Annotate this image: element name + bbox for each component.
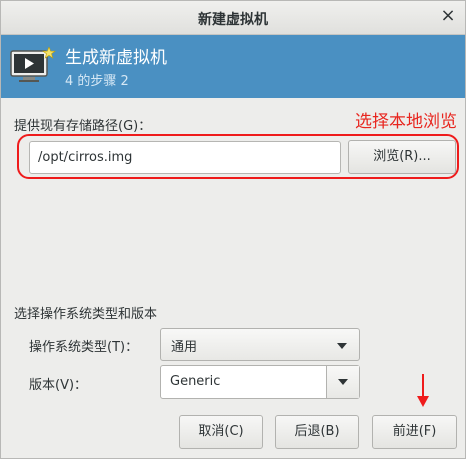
red-arrow-annotation-icon bbox=[417, 374, 429, 407]
storage-path-input[interactable] bbox=[29, 141, 341, 174]
browse-annotation: 选择本地浏览 bbox=[355, 112, 457, 132]
browse-button[interactable]: 浏览(R)... bbox=[348, 140, 456, 174]
back-button[interactable]: 后退(B) bbox=[275, 415, 359, 449]
os-type-label: 操作系统类型(T)： bbox=[29, 340, 139, 355]
title-bar[interactable]: 新建虚拟机 × bbox=[1, 1, 465, 35]
chevron-down-icon bbox=[338, 379, 348, 385]
cancel-button[interactable]: 取消(C) bbox=[179, 415, 263, 449]
storage-path-label: 提供现有存储路径(G)： bbox=[14, 119, 152, 134]
close-icon[interactable]: × bbox=[439, 7, 457, 25]
chevron-down-icon bbox=[337, 343, 347, 349]
os-type-value: 通用 bbox=[171, 340, 198, 355]
window-title: 新建虚拟机 bbox=[198, 12, 268, 28]
version-value: Generic bbox=[170, 374, 221, 389]
version-dropdown-button[interactable] bbox=[326, 366, 359, 398]
version-combo-entry[interactable]: Generic bbox=[160, 365, 360, 399]
wizard-step-indicator: 4 的步骤 2 bbox=[65, 74, 129, 89]
monitor-play-icon bbox=[10, 47, 56, 82]
wizard-title: 生成新虚拟机 bbox=[65, 48, 167, 68]
forward-button[interactable]: 前进(F) bbox=[372, 415, 457, 449]
new-vm-dialog: 新建虚拟机 × 生成新虚拟机 4 的步骤 2 提供现有存储路径(G)： 选择本地… bbox=[0, 0, 466, 459]
version-label: 版本(V)： bbox=[29, 378, 88, 393]
os-type-dropdown[interactable]: 通用 bbox=[160, 328, 360, 361]
os-section-label: 选择操作系统类型和版本 bbox=[14, 307, 158, 322]
wizard-header: 生成新虚拟机 4 的步骤 2 bbox=[1, 35, 465, 98]
